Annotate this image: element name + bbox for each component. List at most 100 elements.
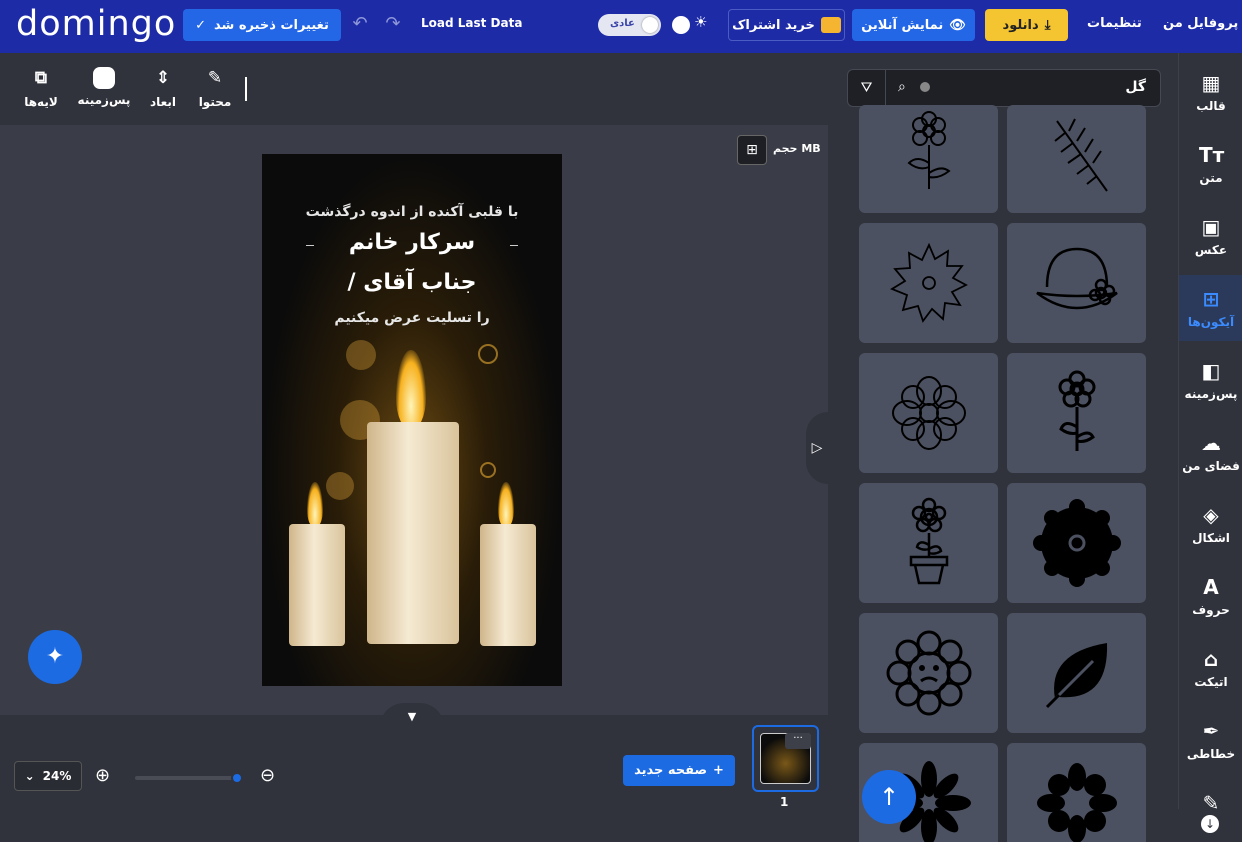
poster-line-4[interactable]: را تسلیت عرض میکنیم bbox=[262, 310, 562, 326]
daisy-outline-icon[interactable] bbox=[859, 353, 998, 473]
subscribe-button[interactable]: خرید اشتراک bbox=[728, 9, 845, 41]
edit-icon: ✎ bbox=[207, 68, 223, 88]
candle-flame bbox=[498, 482, 514, 528]
online-preview-button[interactable]: نمایش آنلاین 👁 bbox=[852, 9, 975, 41]
leaf-solid-icon[interactable] bbox=[1007, 613, 1146, 733]
sidebar-item-photo[interactable]: ▣ عکس bbox=[1179, 215, 1242, 257]
bokeh-light bbox=[326, 472, 354, 500]
background-swatch-icon bbox=[93, 67, 115, 89]
tool-dimensions[interactable]: ⇕ ابعاد bbox=[140, 67, 186, 109]
tool-layers[interactable]: ⧉ لایه‌ها bbox=[18, 67, 64, 109]
sidebar-item-templates[interactable]: ▦ قالب bbox=[1179, 71, 1242, 113]
undo-icon[interactable]: ↶ bbox=[350, 14, 370, 34]
more-options-icon[interactable]: ··· bbox=[785, 733, 811, 749]
layers-icon: ⧉ bbox=[34, 68, 48, 88]
poster-line-3[interactable]: / جناب آقای bbox=[262, 270, 562, 295]
search-icon[interactable]: ⌕ bbox=[898, 79, 906, 95]
chevron-down-icon: ⌄ bbox=[24, 769, 35, 783]
zoom-slider-knob[interactable] bbox=[231, 772, 243, 784]
fern-leaf-icon[interactable] bbox=[1007, 105, 1146, 213]
page-thumbnail[interactable]: ··· bbox=[752, 725, 819, 792]
cloud-upload-icon: ☁ bbox=[1201, 431, 1221, 455]
nav-profile[interactable]: پروفایل من bbox=[1163, 16, 1238, 31]
zoom-in-icon[interactable]: ⊕ bbox=[95, 765, 110, 786]
text-icon: Tт bbox=[1199, 143, 1225, 167]
sidebar-item-background[interactable]: ◧ پس‌زمینه bbox=[1179, 359, 1242, 401]
flower-stem-icon[interactable] bbox=[1007, 353, 1146, 473]
zoom-slider[interactable] bbox=[135, 772, 243, 784]
arrow-down-icon: ↓ bbox=[1201, 815, 1219, 833]
poster-line-1[interactable]: با قلبی آکنده از اندوه درگذشت bbox=[262, 204, 562, 220]
toolbar-divider bbox=[245, 77, 247, 101]
sidebar-item-icons[interactable]: ⊞ آیکون‌ها bbox=[1179, 275, 1242, 341]
save-label: تغییرات ذخیره شد bbox=[214, 17, 329, 33]
scroll-top-button[interactable]: ↑ bbox=[862, 770, 916, 824]
feather-icon: ✒ bbox=[1202, 719, 1220, 743]
candle-flame bbox=[307, 482, 323, 528]
design-canvas[interactable]: با قلبی آکنده از اندوه درگذشت سرکار خانم… bbox=[262, 154, 562, 686]
download-button[interactable]: دانلود ⤓ bbox=[985, 9, 1068, 41]
file-size-label: حجم MB bbox=[773, 142, 821, 155]
sun-icon[interactable]: ☀ bbox=[694, 13, 707, 31]
font-icon: A bbox=[1203, 575, 1219, 599]
sidebar-item-label: حروف bbox=[1192, 603, 1230, 617]
tag-icon: ⌂ bbox=[1203, 647, 1219, 671]
potted-flower-icon[interactable] bbox=[859, 483, 998, 603]
candle-large bbox=[367, 422, 459, 644]
icon-search-input[interactable]: ⛛ ⌕ گل bbox=[847, 69, 1161, 107]
sun-flower-outline-icon[interactable] bbox=[859, 223, 998, 343]
tool-content-label: محتوا bbox=[198, 95, 232, 109]
zoom-select[interactable]: ⌄ 24% bbox=[14, 761, 82, 791]
download-label: دانلود bbox=[1002, 17, 1039, 33]
resize-icon: ⇕ bbox=[155, 68, 171, 88]
filter-icon[interactable]: ⛛ bbox=[848, 70, 886, 106]
sidebar-item-labels[interactable]: ⌂ اتیکت bbox=[1179, 647, 1242, 689]
sidebar-item-calligraphy[interactable]: ✒ خطاطی bbox=[1179, 719, 1242, 761]
theme-toggle[interactable] bbox=[672, 16, 690, 34]
sidebar-item-label: قالب bbox=[1196, 99, 1226, 113]
tool-background-label: پس‌زمینه bbox=[77, 93, 131, 107]
flower-outline-icon[interactable] bbox=[859, 105, 998, 213]
grid-icon: ⊞ bbox=[1202, 287, 1220, 311]
tool-background[interactable]: پس‌زمینه bbox=[76, 67, 132, 107]
preview-label: نمایش آنلاین bbox=[861, 17, 944, 33]
sidebar-scroll-down[interactable]: ↓ bbox=[1178, 809, 1242, 842]
collapse-panel-button[interactable]: ▷ bbox=[806, 412, 828, 484]
subscribe-label: خرید اشتراک bbox=[732, 17, 815, 33]
sidebar-item-label: خطاطی bbox=[1186, 747, 1236, 761]
search-value: گل bbox=[1125, 79, 1146, 95]
icon-panel: ⛛ ⌕ گل bbox=[828, 53, 1178, 842]
app-logo[interactable]: domingo bbox=[16, 4, 176, 44]
sidebar-item-shapes[interactable]: ◈ اشکال bbox=[1179, 503, 1242, 545]
magic-wand-button[interactable]: ✦ bbox=[28, 630, 82, 684]
mode-label: عادی bbox=[610, 18, 635, 29]
sidebar-item-text[interactable]: Tт متن bbox=[1179, 143, 1242, 185]
sidebar-item-label: آیکون‌ها bbox=[1187, 315, 1235, 329]
editor-toolbar: ⧉ لایه‌ها پس‌زمینه ⇕ ابعاد ✎ محتوا bbox=[0, 53, 828, 125]
redo-icon[interactable]: ↷ bbox=[383, 14, 403, 34]
load-last-data-link[interactable]: Load Last Data bbox=[421, 16, 522, 30]
sidebar-item-label: عکس bbox=[1194, 243, 1228, 257]
top-bar: domingo ✓ تغییرات ذخیره شد ↶ ↷ Load Last… bbox=[0, 0, 1242, 53]
hat-flower-icon[interactable] bbox=[1007, 223, 1146, 343]
sidebar-item-label: فضای من bbox=[1182, 459, 1240, 473]
scalloped-flower-solid-icon[interactable] bbox=[1007, 483, 1146, 603]
crown-icon bbox=[820, 17, 841, 33]
sad-flower-icon[interactable] bbox=[859, 613, 998, 733]
clear-search-icon[interactable] bbox=[920, 82, 930, 92]
candle-left bbox=[289, 524, 345, 646]
candle-flame bbox=[396, 350, 426, 430]
nav-settings[interactable]: تنظیمات bbox=[1087, 16, 1142, 31]
zoom-out-icon[interactable]: ⊖ bbox=[260, 765, 275, 786]
poster-line-2[interactable]: سرکار خانم bbox=[262, 230, 562, 255]
plus-icon: + bbox=[713, 763, 724, 778]
sidebar-item-fonts[interactable]: A حروف bbox=[1179, 575, 1242, 617]
new-page-button[interactable]: صفحه جدید + bbox=[623, 755, 735, 786]
calculator-icon[interactable]: ⊞ bbox=[737, 135, 767, 165]
save-status-button[interactable]: ✓ تغییرات ذخیره شد bbox=[183, 9, 341, 41]
sidebar-item-my-space[interactable]: ☁ فضای من bbox=[1179, 431, 1242, 473]
tool-content[interactable]: ✎ محتوا bbox=[192, 67, 238, 109]
toggle-knob bbox=[642, 17, 658, 33]
mode-toggle[interactable]: عادی bbox=[598, 14, 661, 36]
daisy-solid-icon[interactable] bbox=[1007, 743, 1146, 842]
